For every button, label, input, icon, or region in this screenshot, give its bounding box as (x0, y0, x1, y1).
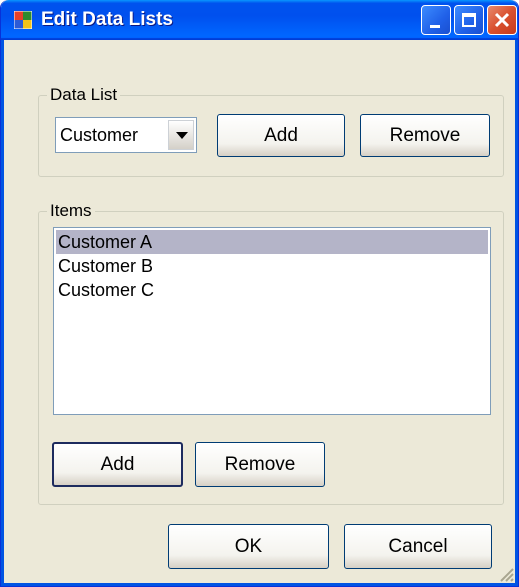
close-icon (494, 12, 510, 28)
resize-grip-icon[interactable] (496, 564, 514, 582)
close-button[interactable] (487, 5, 517, 35)
add-data-list-button[interactable]: Add (217, 114, 345, 157)
list-item[interactable]: Customer B (56, 254, 488, 278)
window-app-icon (14, 11, 32, 29)
maximize-icon (462, 13, 476, 27)
data-list-selected-value: Customer (60, 125, 139, 145)
maximize-button[interactable] (454, 5, 484, 35)
data-list-combobox[interactable]: Customer (55, 117, 197, 153)
items-listbox[interactable]: Customer A Customer B Customer C (53, 227, 491, 415)
chevron-down-icon[interactable] (168, 120, 194, 150)
window-title: Edit Data Lists (41, 9, 173, 30)
add-item-button[interactable]: Add (52, 442, 183, 487)
ok-button[interactable]: OK (168, 524, 329, 569)
edit-data-lists-dialog: Edit Data Lists Data List Customer Add R… (0, 0, 519, 587)
cancel-button[interactable]: Cancel (344, 524, 492, 569)
title-bar[interactable]: Edit Data Lists (1, 0, 518, 40)
items-group-label: Items (47, 201, 95, 221)
remove-item-button[interactable]: Remove (195, 442, 325, 487)
list-item[interactable]: Customer C (56, 278, 488, 302)
list-item[interactable]: Customer A (56, 230, 488, 254)
data-list-group-label: Data List (47, 85, 121, 105)
remove-data-list-button[interactable]: Remove (360, 114, 490, 157)
minimize-icon (430, 25, 440, 28)
minimize-button[interactable] (421, 5, 451, 35)
